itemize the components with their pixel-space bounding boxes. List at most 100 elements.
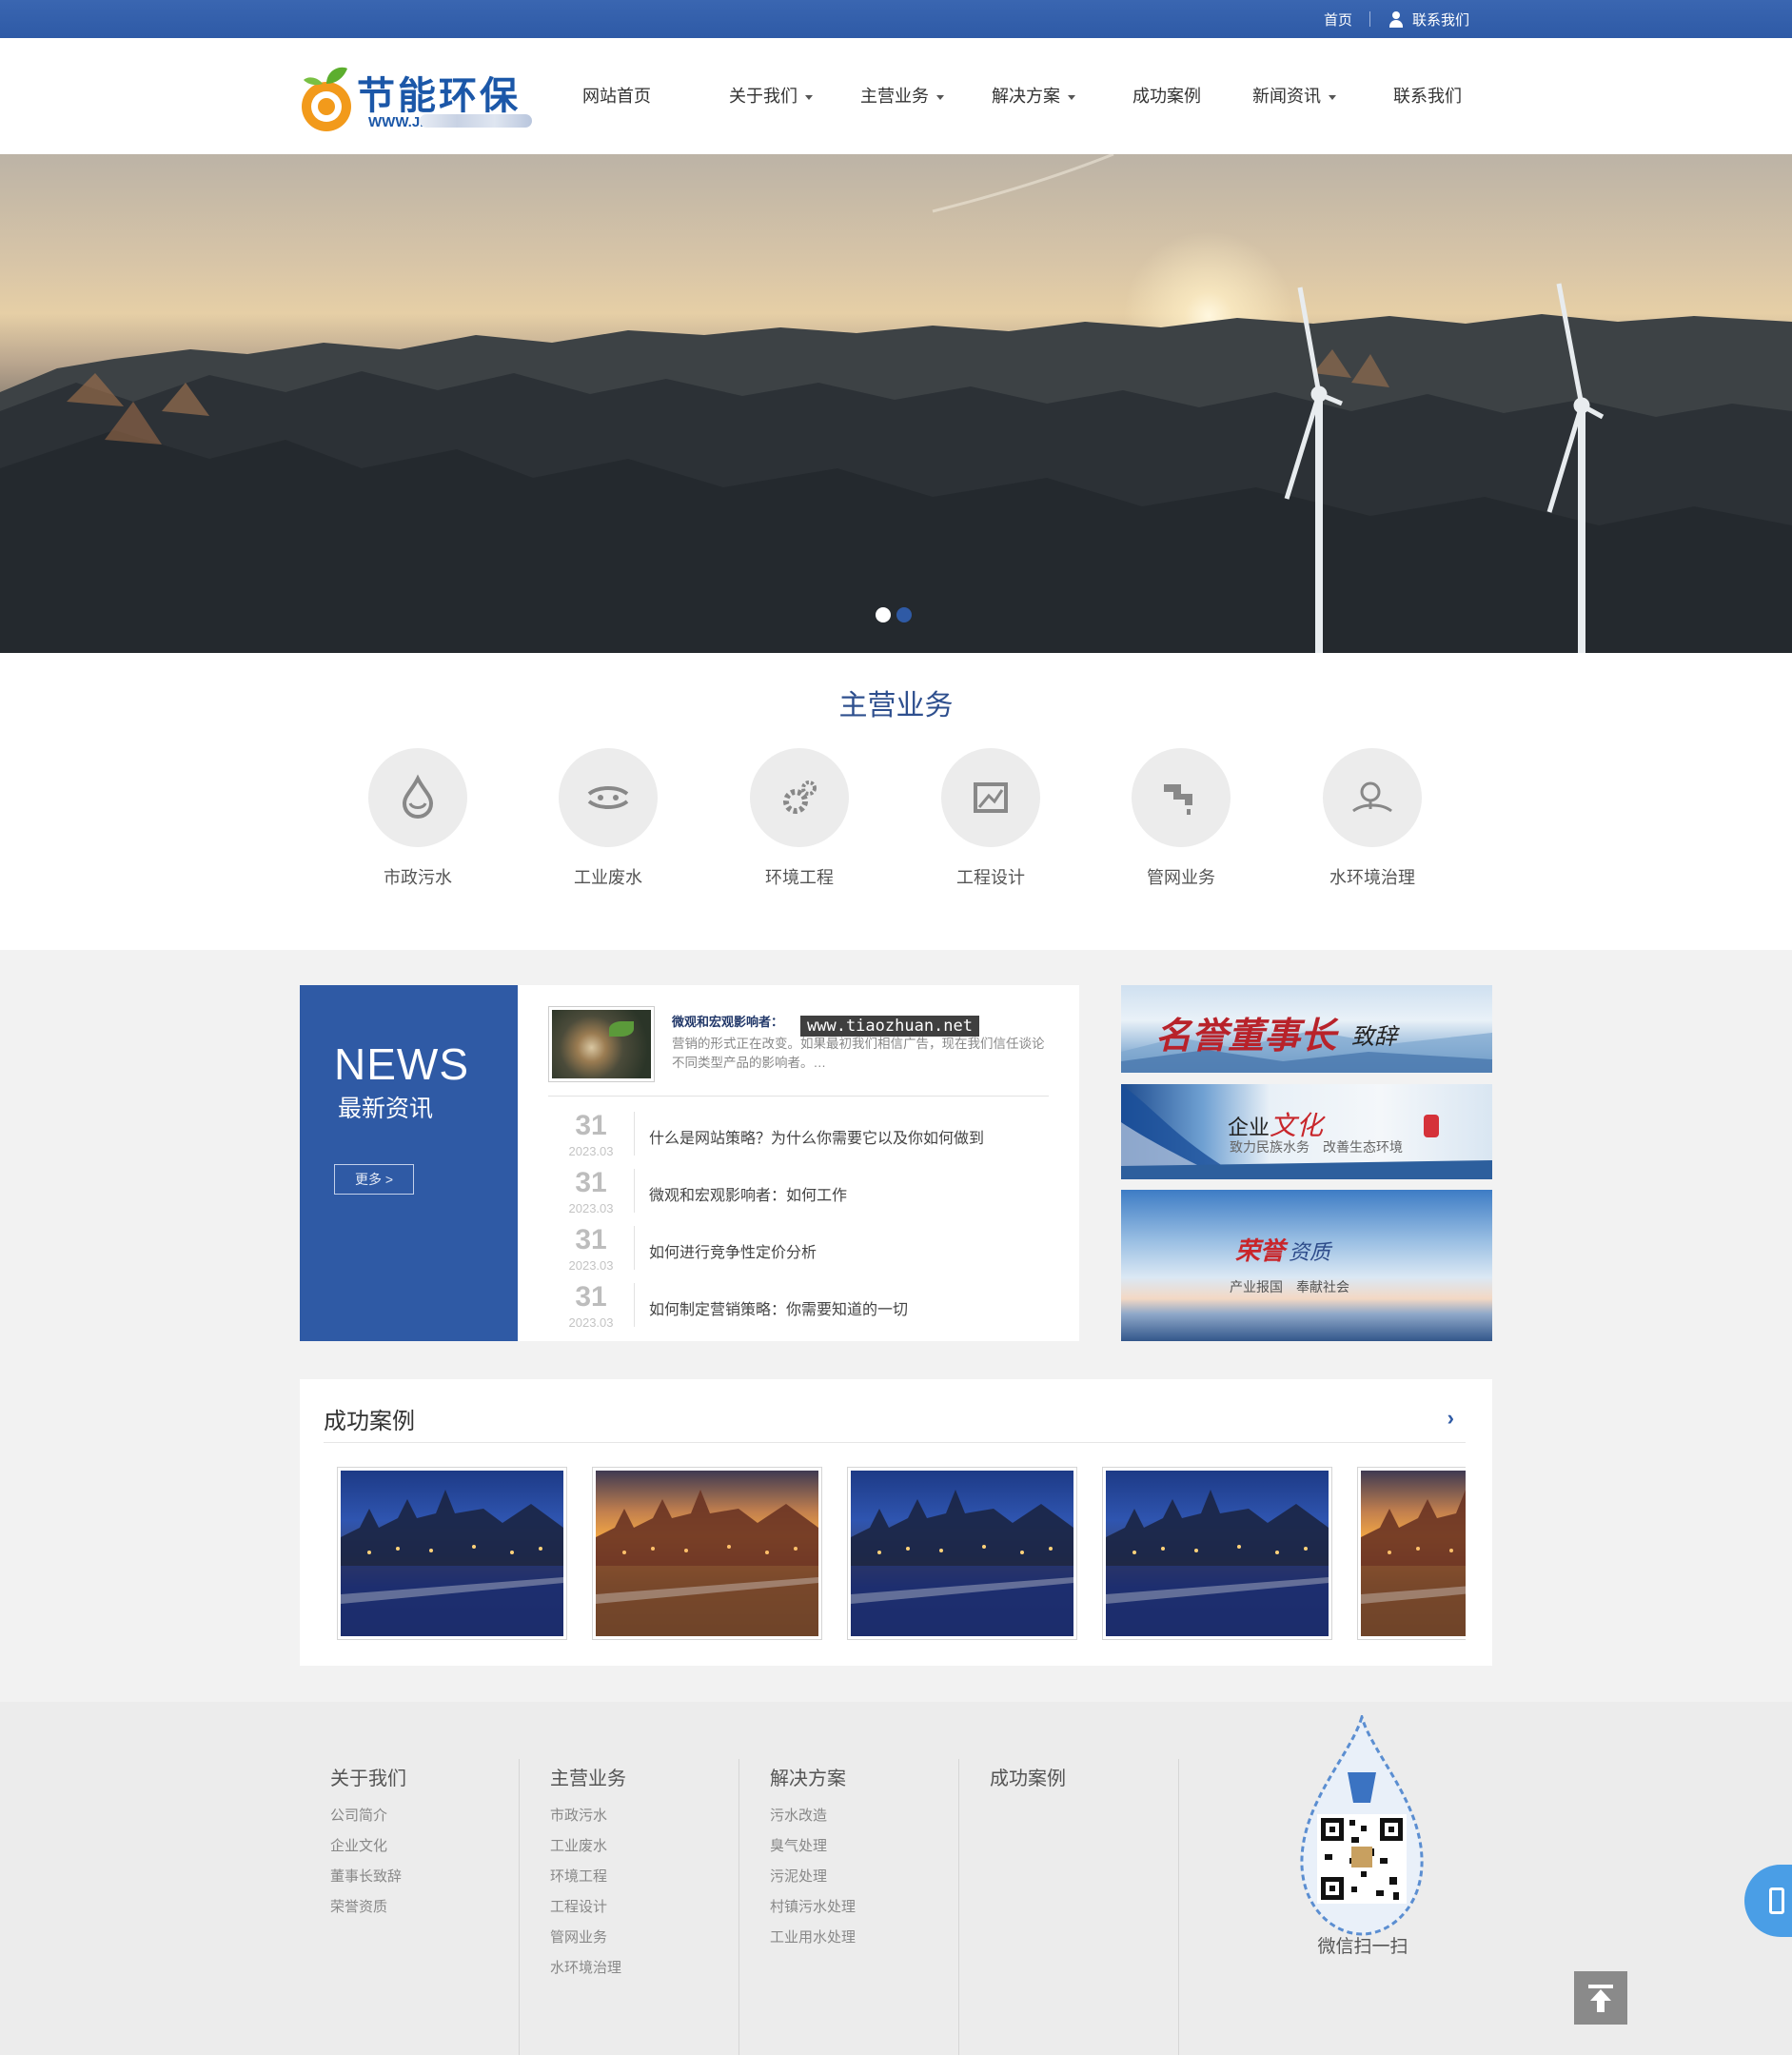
chevron-down-icon	[1068, 94, 1075, 100]
news-cn-title: 最新资讯	[338, 1096, 434, 1122]
footer-link[interactable]: 村镇污水处理	[770, 1896, 856, 1916]
cases-next-arrow[interactable]: ›	[1447, 1406, 1454, 1431]
top-divider	[1369, 11, 1370, 27]
qr-label: 微信扫一扫	[1317, 1937, 1408, 1957]
promo-culture[interactable]: 企业文化 致力民族水务 改善生态环境	[1121, 1084, 1492, 1179]
news-day: 31	[575, 1224, 607, 1255]
nav-item-2[interactable]: 关于我们	[729, 38, 813, 154]
landscape-icon	[1352, 781, 1392, 813]
cases-section: 成功案例 ›	[300, 1379, 1492, 1666]
nav-item-3[interactable]: 主营业务	[860, 38, 944, 154]
service-circle	[368, 748, 467, 847]
site-logo[interactable]: 节能环保 WWW.JB	[298, 55, 538, 150]
case-item[interactable]	[1357, 1467, 1466, 1640]
service-circle	[750, 748, 849, 847]
service-circle	[941, 748, 1040, 847]
news-date: 2023.03	[568, 1201, 614, 1215]
nav-item-1[interactable]: 网站首页	[582, 38, 651, 154]
news-divider-line	[634, 1112, 635, 1156]
footer-column-2: 主营业务市政污水工业废水环境工程工程设计管网业务水环境治理	[520, 1702, 739, 2055]
footer-link[interactable]: 荣誉资质	[330, 1896, 387, 1916]
footer-link[interactable]: 工程设计	[550, 1896, 607, 1916]
logo-name: 节能环保	[357, 73, 521, 118]
footer-column-4: 成功案例	[959, 1702, 1179, 2055]
news-item[interactable]: 31 2023.03 如何制定营销策略：你需要知道的一切	[548, 1277, 1062, 1334]
news-date: 2023.03	[568, 1144, 614, 1158]
footer-column-divider	[1178, 1759, 1179, 2055]
news-item[interactable]: 31 2023.03 如何进行竞争性定价分析	[548, 1220, 1062, 1277]
faucet-icon	[1164, 784, 1192, 815]
case-item[interactable]	[847, 1467, 1077, 1640]
footer-link[interactable]: 污水改造	[770, 1805, 827, 1825]
footer-link[interactable]: 工业废水	[550, 1835, 607, 1855]
featured-news-image[interactable]	[548, 1006, 655, 1082]
featured-news-title[interactable]: 微观和宏观影响者：	[672, 1012, 783, 1030]
logo-mark-icon	[302, 67, 351, 131]
footer-link[interactable]: 市政污水	[550, 1805, 607, 1825]
case-item[interactable]	[1102, 1467, 1332, 1640]
back-to-top-button[interactable]	[1574, 1971, 1627, 2025]
footer-link[interactable]: 污泥处理	[770, 1866, 827, 1886]
user-icon	[1388, 10, 1405, 28]
news-title[interactable]: 如何制定营销策略：你需要知道的一切	[649, 1296, 908, 1319]
service-item-1[interactable]: 市政污水	[365, 748, 470, 889]
nav-item-label: 关于我们	[729, 87, 798, 106]
promo-culture-sub: 致力民族水务 改善生态环境	[1230, 1139, 1403, 1155]
nav-item-7[interactable]: 联系我们	[1393, 38, 1462, 154]
footer-column-head[interactable]: 解决方案	[770, 1763, 846, 1790]
footer-link[interactable]: 工业用水处理	[770, 1927, 856, 1946]
footer-column-3: 解决方案污水改造臭气处理污泥处理村镇污水处理 工业用水处理	[739, 1702, 959, 2055]
service-item-5[interactable]: 管网业务	[1129, 748, 1233, 889]
news-divider-line	[634, 1283, 635, 1327]
footer-link[interactable]: 管网业务	[550, 1927, 607, 1946]
news-day: 31	[575, 1281, 607, 1313]
footer-column-head[interactable]: 主营业务	[550, 1763, 626, 1790]
banner-dot-2[interactable]	[896, 607, 912, 622]
chevron-down-icon	[805, 94, 813, 100]
promo-honor[interactable]: 荣誉 资质 产业报国 奉献社会	[1121, 1190, 1492, 1341]
footer-link[interactable]: 公司简介	[330, 1805, 387, 1825]
footer-link[interactable]: 企业文化	[330, 1835, 387, 1855]
service-item-4[interactable]: 工程设计	[938, 748, 1043, 889]
footer-link[interactable]: 董事长致辞	[330, 1866, 402, 1886]
news-title[interactable]: 如何进行竞争性定价分析	[649, 1239, 817, 1262]
service-item-3[interactable]: 环境工程	[747, 748, 852, 889]
news-item[interactable]: 31 2023.03 什么是网站策略？为什么你需要它以及你如何做到	[548, 1106, 1062, 1163]
news-date: 2023.03	[568, 1258, 614, 1273]
case-image	[1106, 1471, 1329, 1636]
news-en-title: NEWS	[334, 1039, 469, 1089]
news-list: 微观和宏观影响者： www.tiaozhuan.net 营销的形式正在改变。如果…	[518, 985, 1079, 1341]
footer-link[interactable]: 臭气处理	[770, 1835, 827, 1855]
nav-item-label: 网站首页	[582, 87, 651, 106]
service-item-6[interactable]: 水环境治理	[1320, 748, 1425, 889]
service-item-2[interactable]: 工业废水	[556, 748, 660, 889]
banner-dots	[876, 607, 917, 622]
arrow-up-icon	[1588, 1985, 1613, 2012]
cases-strip	[324, 1467, 1466, 1642]
footer-column-head[interactable]: 成功案例	[990, 1763, 1066, 1790]
news-divider-line	[634, 1169, 635, 1213]
nav-item-4[interactable]: 解决方案	[992, 38, 1075, 154]
footer-link[interactable]: 水环境治理	[550, 1957, 621, 1977]
nav-item-6[interactable]: 新闻资讯	[1252, 38, 1336, 154]
promo-honor-sub: 产业报国 奉献社会	[1230, 1279, 1349, 1294]
promo-honor-title: 荣誉 资质	[1235, 1236, 1331, 1265]
case-item[interactable]	[592, 1467, 822, 1640]
promo-chairman-small: 致辞	[1351, 1023, 1397, 1050]
news-more-button[interactable]: 更多 >	[334, 1164, 414, 1195]
top-contact-link[interactable]: 联系我们	[1412, 10, 1469, 30]
footer-column-head[interactable]: 关于我们	[330, 1763, 406, 1790]
case-item[interactable]	[337, 1467, 567, 1640]
news-title[interactable]: 什么是网站策略？为什么你需要它以及你如何做到	[649, 1125, 984, 1148]
news-panel: NEWS 最新资讯 更多 >	[300, 985, 518, 1341]
case-image	[596, 1471, 818, 1636]
news-title[interactable]: 微观和宏观影响者：如何工作	[649, 1182, 847, 1205]
nav-item-5[interactable]: 成功案例	[1132, 38, 1201, 154]
banner-dot-1[interactable]	[876, 607, 891, 622]
news-item[interactable]: 31 2023.03 微观和宏观影响者：如何工作	[548, 1163, 1062, 1220]
promo-chairman[interactable]: 名誉董事长 致辞	[1121, 985, 1492, 1073]
footer-link[interactable]: 环境工程	[550, 1866, 607, 1886]
case-image	[851, 1471, 1073, 1636]
services-title: 主营业务	[838, 690, 954, 721]
top-home-link[interactable]: 首页	[1324, 10, 1352, 30]
